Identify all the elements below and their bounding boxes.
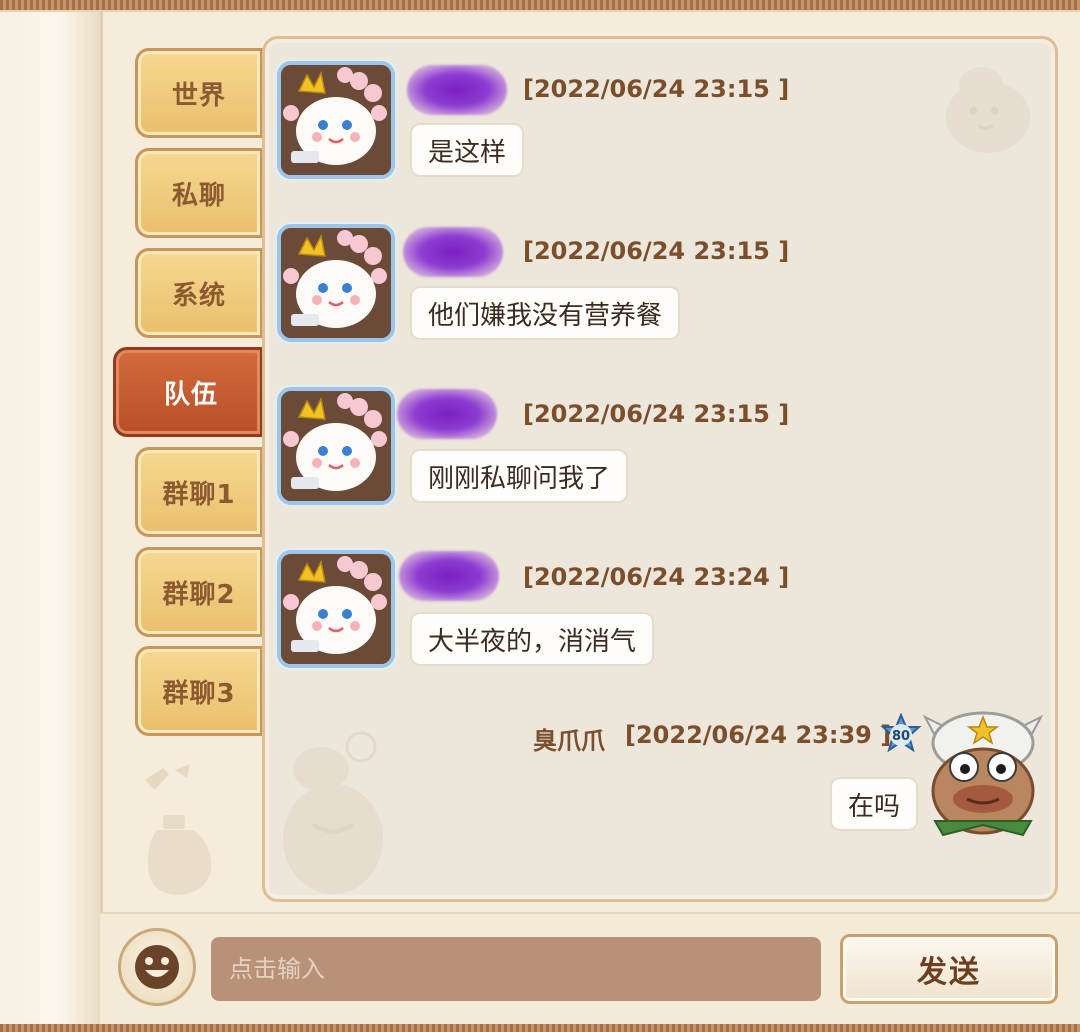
bottom-border: [0, 1024, 1080, 1032]
chick-watermark-icon: [946, 67, 1030, 153]
message-timestamp: [2022/06/24 23:15 ]: [523, 400, 790, 428]
message-bubble[interactable]: 是这样: [410, 123, 525, 177]
redacted-sender-name: [407, 65, 507, 115]
cream-bun-crown-avatar-icon: [281, 65, 391, 175]
level-badge-number: 80: [892, 729, 910, 744]
send-button-label: 发送: [917, 955, 981, 990]
message-bubble[interactable]: 大半夜的，消消气: [410, 612, 655, 666]
message-timestamp: [2022/06/24 23:15 ]: [523, 75, 790, 103]
self-sender-name: 臭爪爪: [533, 727, 605, 755]
send-button[interactable]: 发送: [840, 934, 1058, 1004]
tab-label: 群聊2: [162, 579, 236, 610]
avatar[interactable]: [277, 387, 395, 505]
cream-bun-crown-avatar-icon: [281, 228, 391, 338]
smiley-face-icon: [135, 945, 179, 989]
redacted-sender-name: [397, 389, 497, 439]
redacted-sender-name: [399, 551, 499, 601]
message-timestamp: [2022/06/24 23:24 ]: [523, 563, 790, 591]
avatar[interactable]: [277, 61, 395, 179]
redacted-sender-name: [403, 227, 503, 277]
bottle-decoration-icon: [145, 764, 212, 895]
chat-input-field[interactable]: [211, 937, 821, 1001]
tab-label: 队伍: [164, 379, 219, 410]
tab-label: 世界: [171, 80, 226, 111]
bird-watermark-icon: [283, 731, 383, 894]
cream-bun-crown-avatar-icon: [281, 391, 391, 501]
star-badge-icon: 80: [880, 713, 922, 753]
cow-avatar-icon[interactable]: [919, 703, 1047, 843]
tab-private-chat[interactable]: 私聊: [135, 148, 263, 238]
tab-system[interactable]: 系统: [135, 248, 263, 338]
message-timestamp: [2022/06/24 23:39 ]: [625, 721, 892, 749]
message-timestamp: [2022/06/24 23:15 ]: [523, 237, 790, 265]
tab-label: 群聊3: [162, 678, 236, 709]
tab-world[interactable]: 世界: [135, 48, 263, 138]
tab-label: 系统: [171, 280, 226, 311]
left-strip: [0, 12, 100, 1024]
tab-team[interactable]: 队伍: [113, 347, 263, 437]
message-bubble[interactable]: 在吗: [830, 777, 919, 831]
cream-bun-crown-avatar-icon: [281, 554, 391, 664]
tab-label: 私聊: [171, 180, 226, 211]
emoji-button[interactable]: [118, 928, 196, 1006]
message-bubble[interactable]: 刚刚私聊问我了: [410, 449, 629, 503]
top-border: [0, 0, 1080, 12]
tab-group-chat-3[interactable]: 群聊3: [135, 646, 263, 736]
tab-group-chat-2[interactable]: 群聊2: [135, 547, 263, 637]
chat-message-panel[interactable]: [2022/06/24 23:15 ] 是这样 [2022/06/24 23:1…: [262, 36, 1058, 902]
tab-group-chat-1[interactable]: 群聊1: [135, 447, 263, 537]
tab-label: 群聊1: [162, 479, 236, 510]
avatar[interactable]: [277, 224, 395, 342]
message-bubble[interactable]: 他们嫌我没有营养餐: [410, 286, 681, 340]
avatar[interactable]: [277, 550, 395, 668]
